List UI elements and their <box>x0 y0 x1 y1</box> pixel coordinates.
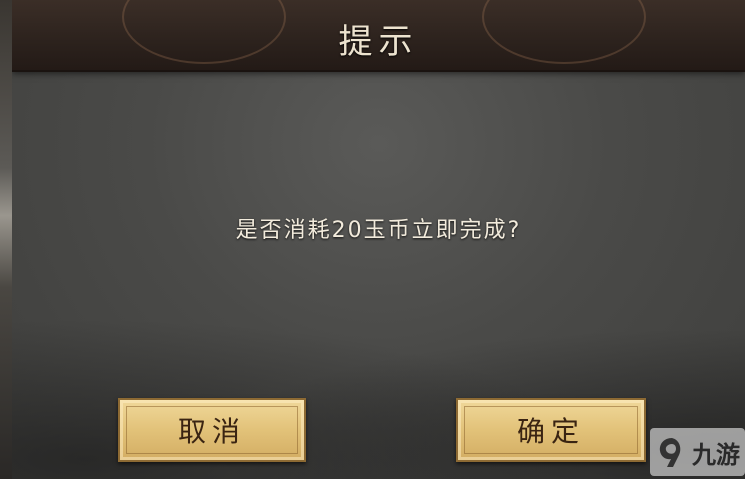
background-scene-edge <box>0 0 12 479</box>
dialog-title: 提示 <box>338 22 419 62</box>
cancel-button[interactable]: 取消 <box>118 398 306 462</box>
cancel-button-label: 取消 <box>177 415 246 448</box>
dialog-title-bar: 提示 <box>12 0 745 72</box>
jiuyou-logo-icon <box>659 438 681 467</box>
dialog-message: 是否消耗20玉币立即完成? <box>235 218 522 243</box>
confirm-button[interactable]: 确定 <box>456 398 646 462</box>
watermark: 九游 <box>650 428 745 476</box>
confirm-button-label: 确定 <box>516 415 585 448</box>
confirm-dialog: 提示 是否消耗20玉币立即完成? 取消 确定 <box>12 0 745 479</box>
watermark-text: 九游 <box>692 440 740 469</box>
